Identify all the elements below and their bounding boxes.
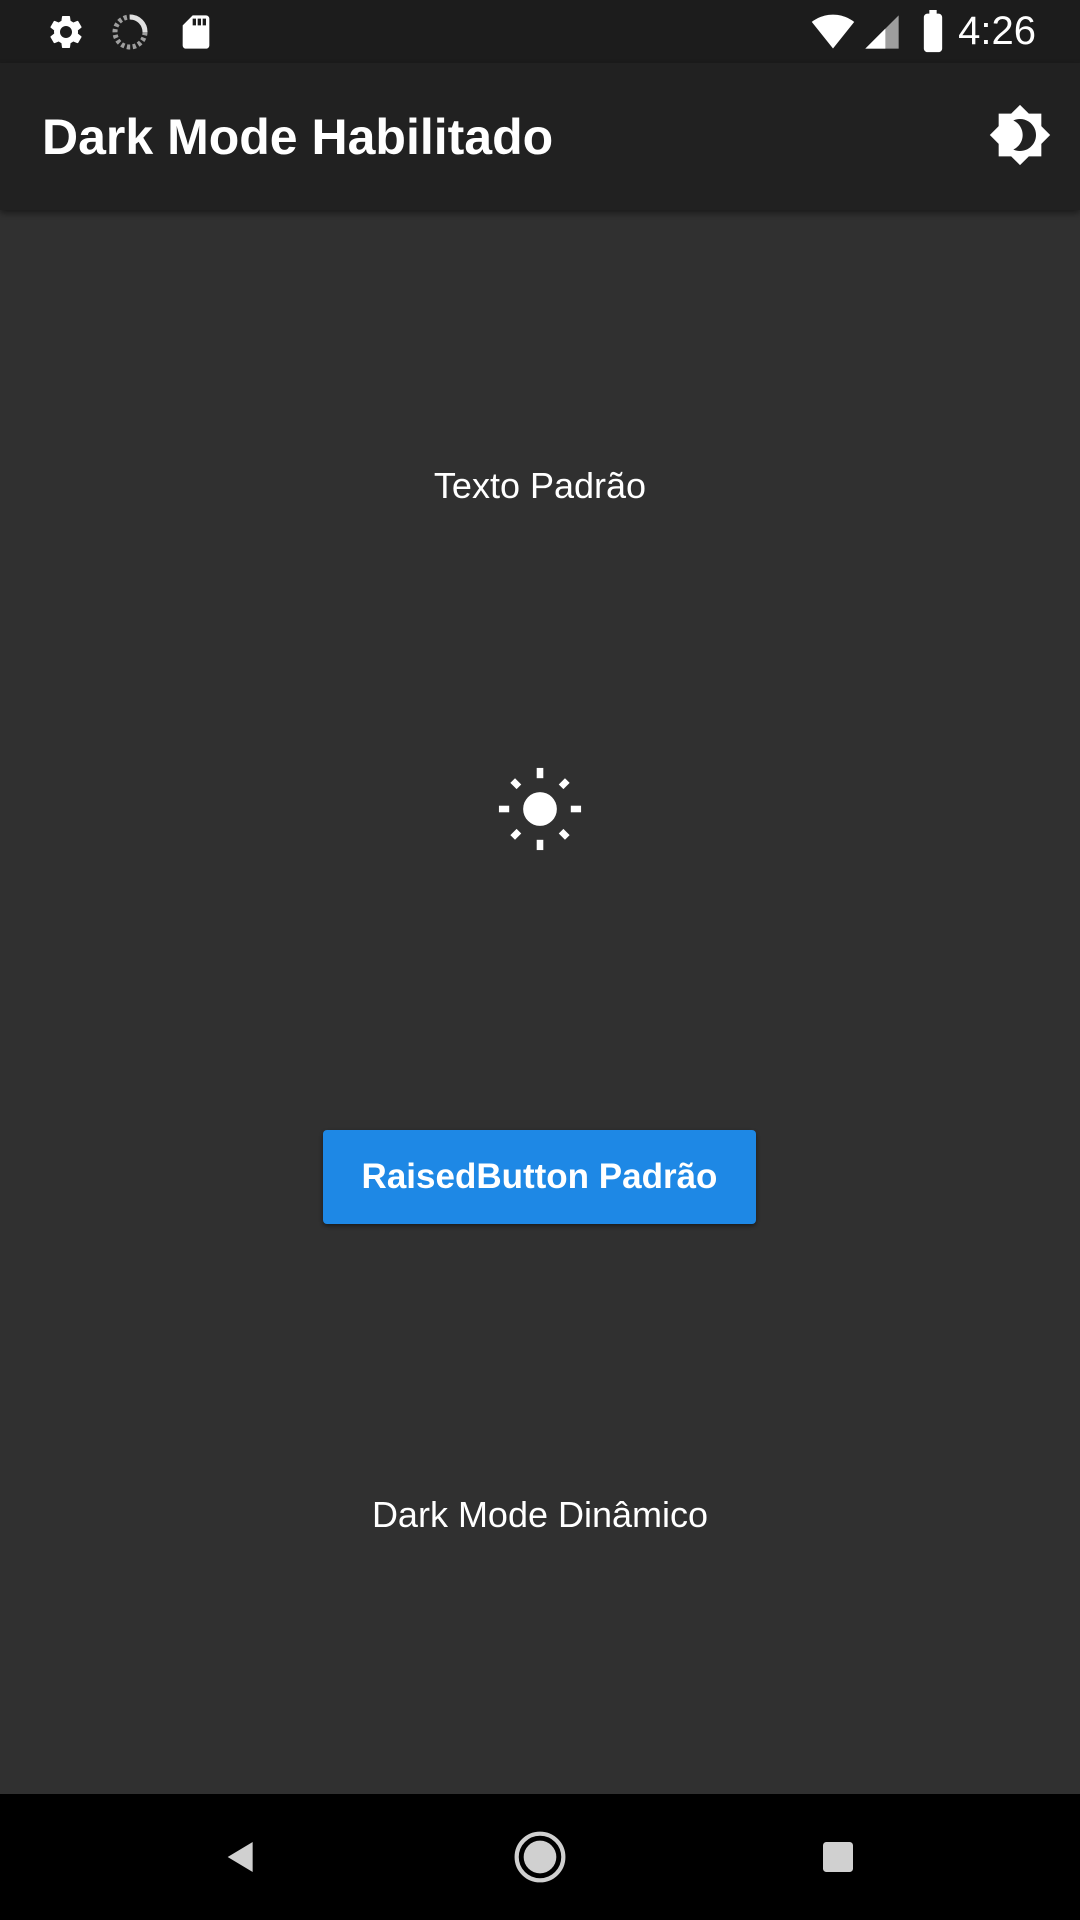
home-button[interactable]	[505, 1822, 575, 1892]
app-bar: Dark Mode Habilitado	[0, 63, 1080, 210]
content-area: Texto Padrão RaisedButton Padrão Dark Mo…	[0, 210, 1080, 1794]
app-title: Dark Mode Habilitado	[42, 109, 554, 165]
sd-card-icon	[182, 15, 210, 49]
wifi-icon	[811, 14, 855, 49]
battery-icon	[923, 10, 943, 53]
cell-signal-icon	[865, 15, 899, 49]
sync-progress-icon	[112, 14, 148, 50]
back-button[interactable]	[206, 1822, 276, 1892]
sun-icon	[498, 767, 582, 851]
theme-toggle-button[interactable]	[978, 93, 1062, 177]
brightness-toggle-icon	[989, 104, 1051, 166]
status-time: 4:26	[958, 9, 1036, 53]
gear-icon	[50, 15, 82, 48]
back-icon	[227, 1842, 253, 1872]
default-text: Texto Padrão	[433, 465, 647, 506]
home-icon	[514, 1831, 566, 1883]
navigation-bar	[0, 1794, 1080, 1920]
status-bar: 4:26	[0, 0, 1080, 63]
recents-icon	[823, 1842, 853, 1872]
raised-button[interactable]: RaisedButton Padrão	[323, 1130, 756, 1224]
recents-button[interactable]	[803, 1822, 873, 1892]
dynamic-text: Dark Mode Dinâmico	[371, 1494, 709, 1535]
